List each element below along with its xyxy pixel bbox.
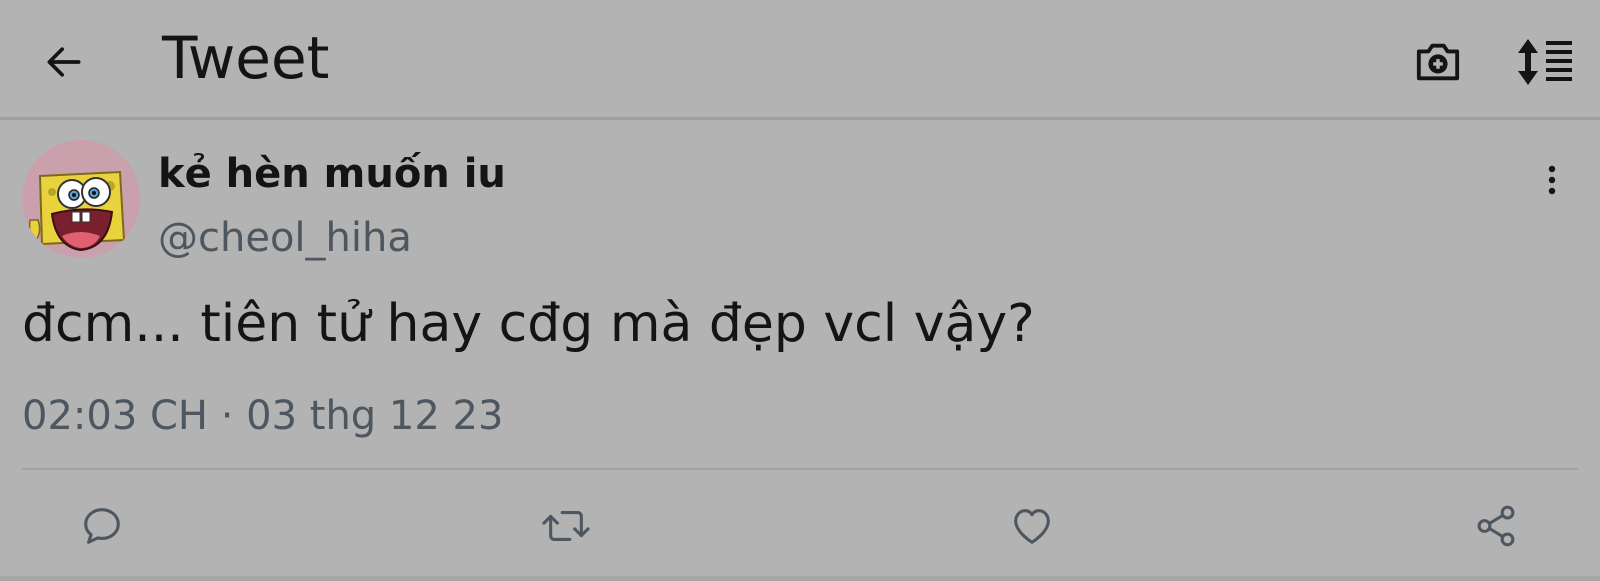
user-handle[interactable]: @cheol_hiha bbox=[158, 212, 412, 264]
heart-icon bbox=[1014, 509, 1050, 544]
retweet-button[interactable] bbox=[538, 498, 594, 554]
retweet-icon bbox=[542, 511, 590, 541]
sort-list-icon bbox=[1518, 39, 1572, 85]
top-app-bar: Tweet bbox=[0, 0, 1600, 120]
avatar[interactable] bbox=[22, 140, 140, 258]
camera-button[interactable] bbox=[1410, 34, 1466, 90]
reply-icon bbox=[84, 508, 120, 544]
more-options-button[interactable] bbox=[1530, 158, 1574, 202]
reply-button[interactable] bbox=[74, 498, 130, 554]
share-button[interactable] bbox=[1468, 498, 1524, 554]
divider bbox=[22, 468, 1578, 470]
share-icon bbox=[1477, 505, 1515, 547]
back-button[interactable] bbox=[36, 34, 92, 90]
camera-plus-icon bbox=[1416, 43, 1460, 81]
like-button[interactable] bbox=[1004, 498, 1060, 554]
bottom-edge bbox=[0, 576, 1600, 581]
sort-button[interactable] bbox=[1514, 34, 1578, 90]
spongebob-avatar-image bbox=[22, 140, 140, 258]
tweet-timestamp: 02:03 CH · 03 thg 12 23 bbox=[22, 393, 504, 439]
page-title: Tweet bbox=[162, 24, 330, 92]
tweet-text: đcm... tiên tử hay cđg mà đẹp vcl vậy? bbox=[22, 294, 1035, 354]
more-vertical-icon bbox=[1548, 165, 1556, 195]
arrow-left-icon bbox=[47, 47, 81, 77]
display-name[interactable]: kẻ hèn muốn iu bbox=[158, 148, 506, 200]
